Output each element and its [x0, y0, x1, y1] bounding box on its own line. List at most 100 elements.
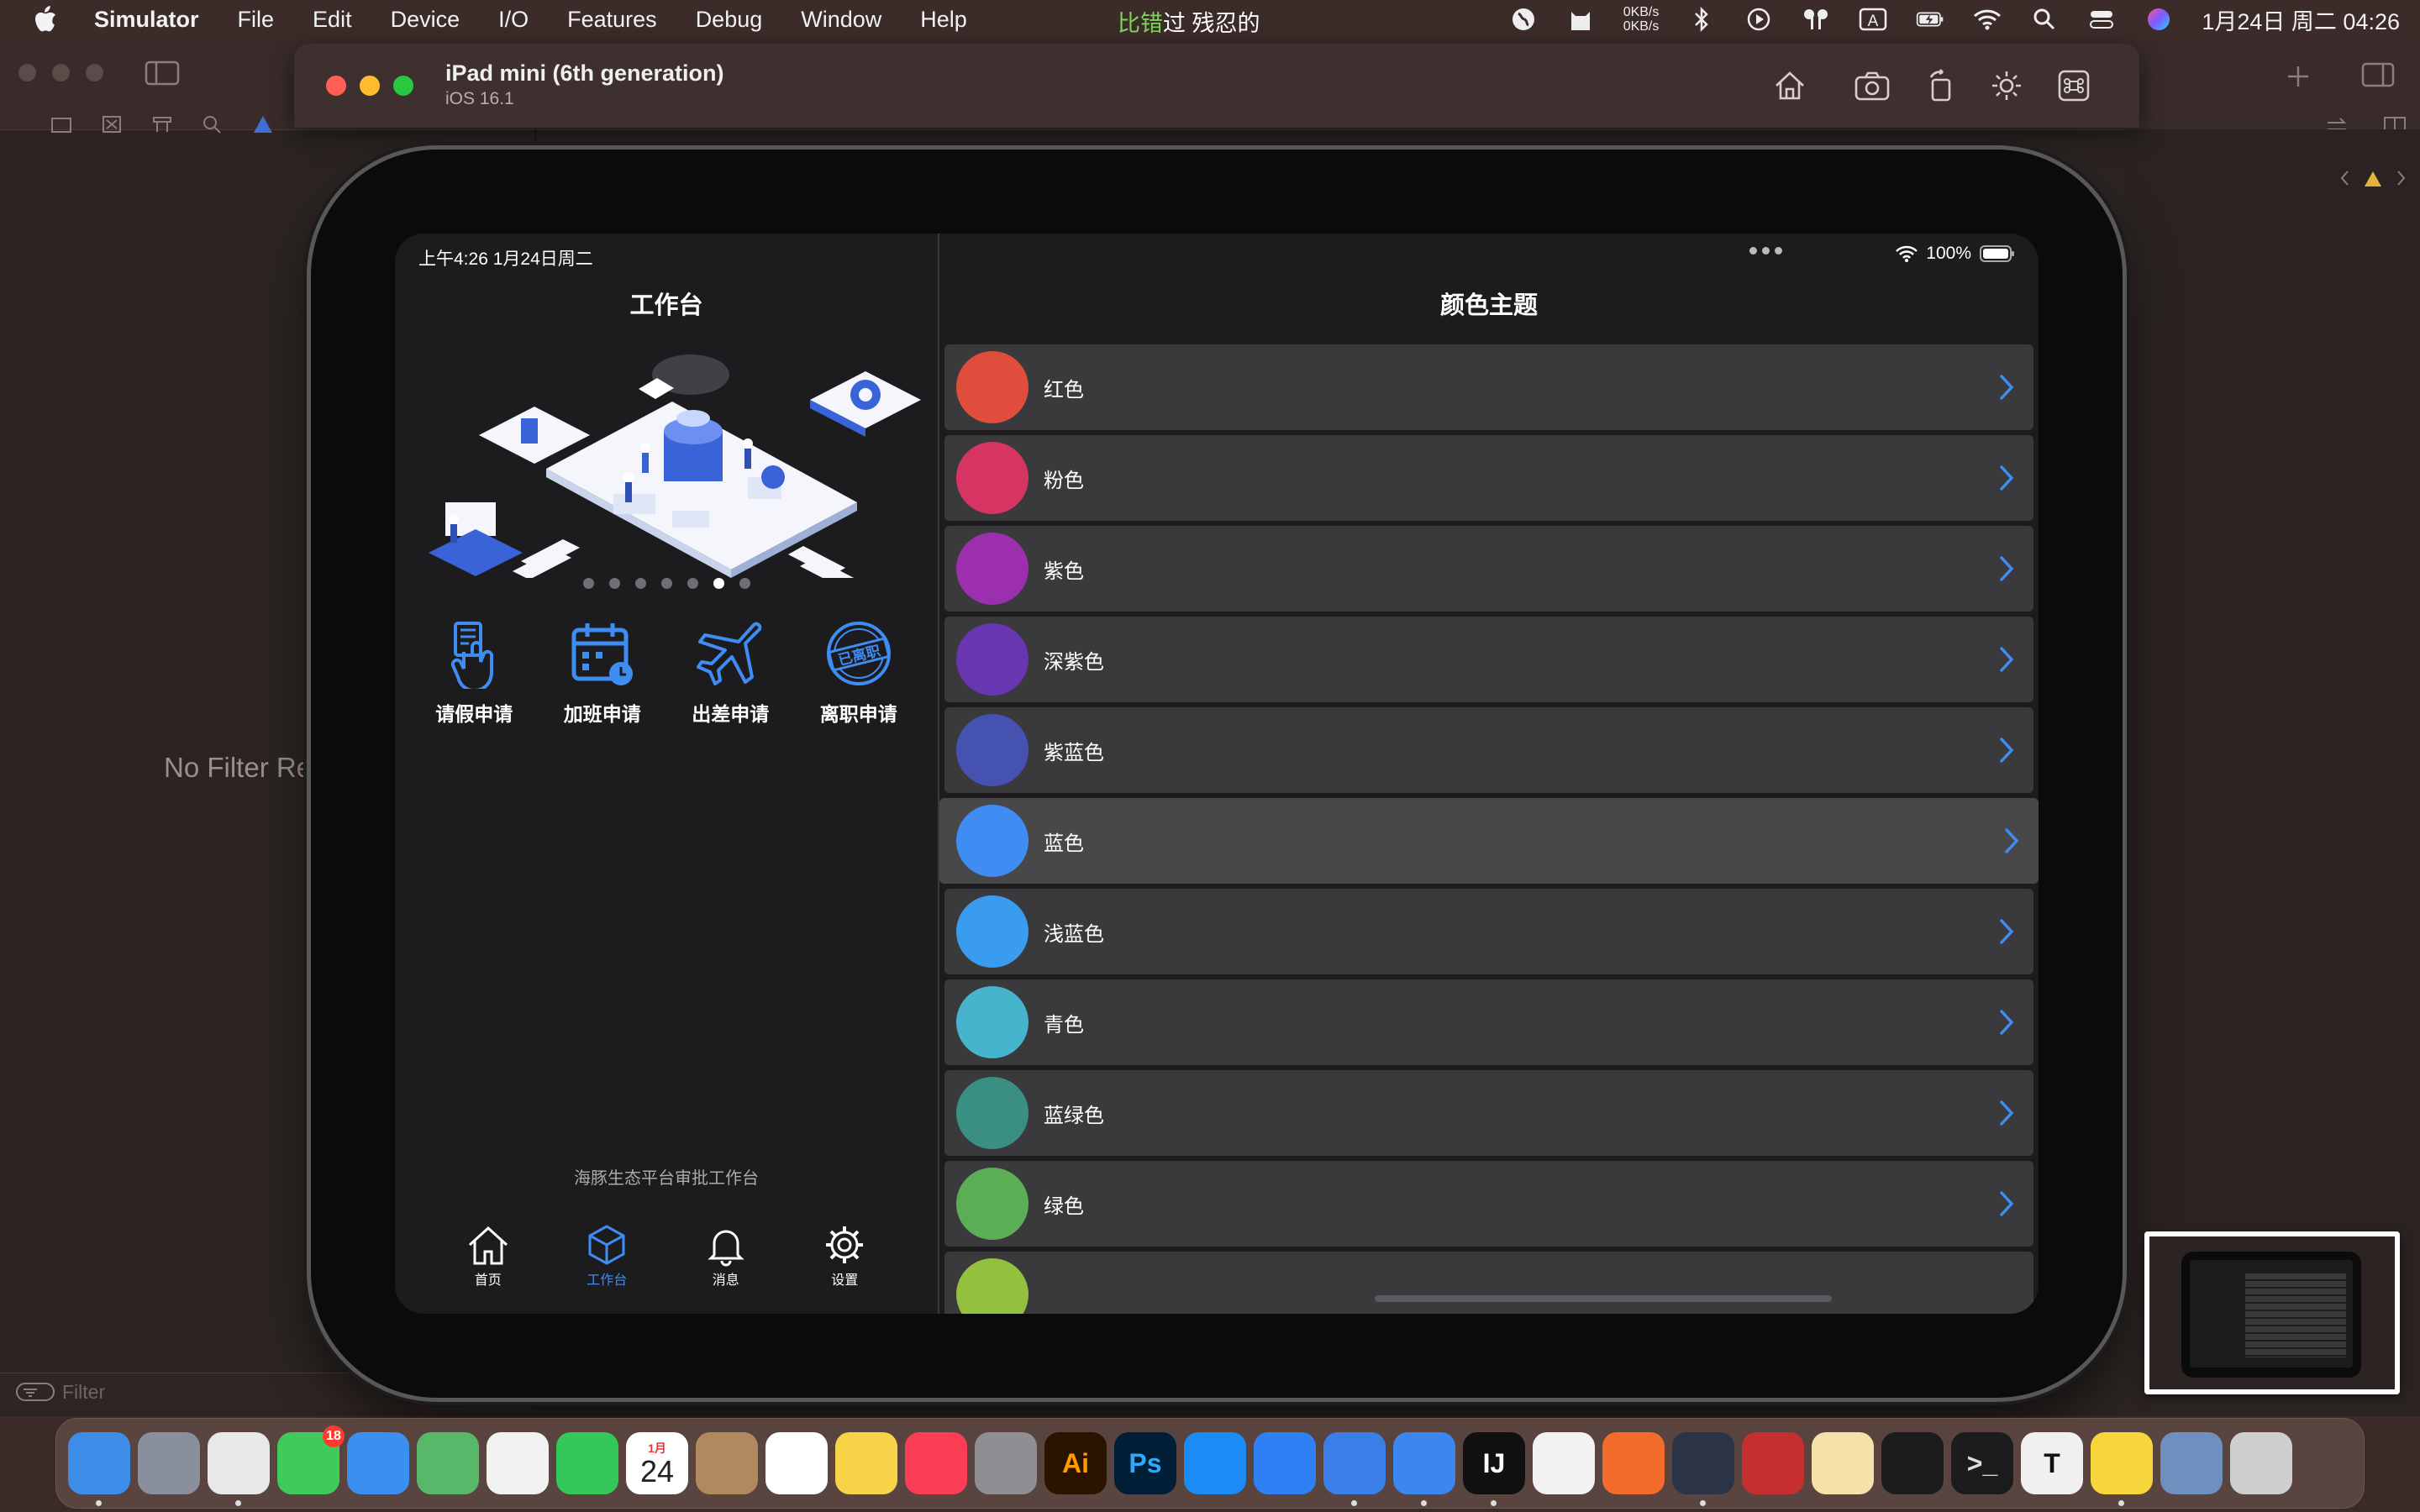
- control-center-icon[interactable]: [2087, 7, 2116, 32]
- pager-dot[interactable]: [660, 578, 672, 589]
- home-icon[interactable]: [1770, 66, 1810, 106]
- business-trip-button[interactable]: 出差申请: [676, 618, 785, 727]
- theme-row[interactable]: [944, 1252, 2033, 1314]
- screenshot-icon[interactable]: [1852, 66, 1892, 106]
- pager-dot[interactable]: [634, 578, 646, 589]
- minimize-button[interactable]: [360, 76, 380, 96]
- dock-safari-icon[interactable]: [1533, 1432, 1595, 1494]
- inspector-toggle-icon[interactable]: [2361, 62, 2395, 87]
- bluetooth-icon[interactable]: [1687, 7, 1716, 32]
- input-a-icon[interactable]: A: [1859, 7, 1887, 32]
- menu-edit[interactable]: Edit: [313, 7, 352, 33]
- menu-window[interactable]: Window: [801, 7, 881, 33]
- dock-cloud-sync-icon[interactable]: [1672, 1432, 1734, 1506]
- dock-typora-icon[interactable]: T: [2021, 1432, 2083, 1494]
- navigator-filter-input[interactable]: Filter: [62, 1381, 105, 1404]
- issue-navigation-icon[interactable]: [2339, 168, 2407, 188]
- banner-illustration[interactable]: [395, 351, 938, 578]
- pager-dot[interactable]: [713, 578, 724, 589]
- dock-app-store-icon[interactable]: [1184, 1432, 1246, 1494]
- dock-navicat-icon[interactable]: [1812, 1432, 1874, 1494]
- globe-icon[interactable]: [1509, 7, 1538, 32]
- wifi-icon[interactable]: [1973, 7, 2002, 32]
- leave-request-button[interactable]: 请假申请: [419, 618, 529, 727]
- theme-row[interactable]: 紫蓝色: [944, 707, 2033, 793]
- dock-illustrator-icon[interactable]: Ai: [1044, 1432, 1107, 1494]
- menu-io[interactable]: I/O: [498, 7, 529, 33]
- filter-options-icon[interactable]: [15, 1382, 55, 1402]
- tab-workbench[interactable]: 工作台: [569, 1223, 644, 1289]
- theme-row[interactable]: 紫色: [944, 526, 2033, 612]
- dock-trash-icon[interactable]: [2230, 1432, 2292, 1494]
- menu-app-name[interactable]: Simulator: [94, 7, 199, 33]
- dock-paw-icon[interactable]: [1602, 1432, 1665, 1494]
- dock-launchpad-icon[interactable]: [138, 1432, 200, 1494]
- home-indicator[interactable]: [1375, 1295, 1832, 1302]
- overtime-request-button[interactable]: 加班申请: [548, 618, 657, 727]
- menu-file[interactable]: File: [238, 7, 275, 33]
- pager-dot[interactable]: [608, 578, 620, 589]
- tab-settings[interactable]: 设置: [807, 1223, 882, 1289]
- zoom-button[interactable]: [393, 76, 413, 96]
- theme-row[interactable]: 蓝色: [939, 798, 2039, 884]
- issue-warning-icon[interactable]: [252, 114, 274, 134]
- dock-preview-icon[interactable]: [2160, 1432, 2223, 1494]
- menu-debug[interactable]: Debug: [696, 7, 763, 33]
- dock-music-icon[interactable]: [905, 1432, 967, 1494]
- resignation-button[interactable]: 已离职 离职申请: [804, 618, 913, 727]
- pager-dot[interactable]: [582, 578, 594, 589]
- menu-device[interactable]: Device: [391, 7, 460, 33]
- add-icon[interactable]: [2286, 64, 2311, 89]
- cat-icon[interactable]: [1566, 7, 1595, 32]
- dock-xcode-icon[interactable]: [1323, 1432, 1386, 1506]
- lyrics-ticker[interactable]: 比错过 残忍的: [1118, 5, 1260, 38]
- xcode-minimize-button[interactable]: [52, 64, 70, 81]
- play-icon[interactable]: [1744, 7, 1773, 32]
- dock-chrome-icon[interactable]: [208, 1432, 270, 1506]
- pager-dot[interactable]: [687, 578, 698, 589]
- spotlight-search-icon[interactable]: [2030, 7, 2059, 32]
- menu-features[interactable]: Features: [567, 7, 657, 33]
- close-button[interactable]: [326, 76, 346, 96]
- dock-system-settings-icon[interactable]: [975, 1432, 1037, 1494]
- dock-notes-icon[interactable]: [835, 1432, 897, 1494]
- find-icon[interactable]: [202, 114, 224, 134]
- dock-mail-icon[interactable]: [347, 1432, 409, 1494]
- airpods-icon[interactable]: [1802, 7, 1830, 32]
- screenshot-thumbnail[interactable]: [2144, 1231, 2400, 1394]
- dock-intellij-idea-icon[interactable]: IJ: [1463, 1432, 1525, 1506]
- dock-terminal-icon[interactable]: >_: [1951, 1432, 2013, 1494]
- apple-logo-icon[interactable]: [32, 6, 57, 33]
- source-control-icon[interactable]: [101, 114, 123, 134]
- sidebar-toggle-icon[interactable]: [145, 60, 180, 86]
- dock-facetime-icon[interactable]: [556, 1432, 618, 1494]
- theme-row[interactable]: 青色: [944, 979, 2033, 1065]
- appearance-icon[interactable]: [1986, 66, 2027, 106]
- dock-calendar-icon[interactable]: 1月 24: [626, 1432, 688, 1494]
- multitasking-menu-icon[interactable]: [1749, 247, 1782, 255]
- pager-dot[interactable]: [739, 578, 750, 589]
- menu-help[interactable]: Help: [920, 7, 967, 33]
- dock-davinci-icon[interactable]: [1742, 1432, 1804, 1494]
- xcode-close-button[interactable]: [18, 64, 36, 81]
- tab-messages[interactable]: 消息: [688, 1223, 764, 1289]
- theme-row[interactable]: 红色: [944, 344, 2033, 430]
- dock-xcode-instruments-icon[interactable]: [1254, 1432, 1316, 1494]
- menu-clock[interactable]: 1月24日 周二 04:26: [2202, 3, 2400, 36]
- theme-row[interactable]: 蓝绿色: [944, 1070, 2033, 1156]
- dock-reminders-icon[interactable]: [765, 1432, 828, 1494]
- dock-messages-icon[interactable]: 18: [277, 1425, 345, 1494]
- dock-simulator-icon[interactable]: [1393, 1432, 1455, 1506]
- dock-activity-monitor-icon[interactable]: [1881, 1432, 1944, 1494]
- hierarchy-icon[interactable]: [151, 114, 173, 134]
- theme-row[interactable]: 绿色: [944, 1161, 2033, 1247]
- theme-row[interactable]: 深紫色: [944, 617, 2033, 702]
- dock-photos-icon[interactable]: [487, 1432, 549, 1494]
- siri-icon[interactable]: [2144, 7, 2173, 32]
- battery-icon[interactable]: [1916, 7, 1944, 32]
- rotate-icon[interactable]: [1921, 66, 1961, 106]
- dock-finder-icon[interactable]: [68, 1432, 130, 1506]
- dock-qq-music-icon[interactable]: [2091, 1432, 2153, 1506]
- dock-contacts-icon[interactable]: [696, 1432, 758, 1494]
- dock-maps-icon[interactable]: [417, 1432, 479, 1494]
